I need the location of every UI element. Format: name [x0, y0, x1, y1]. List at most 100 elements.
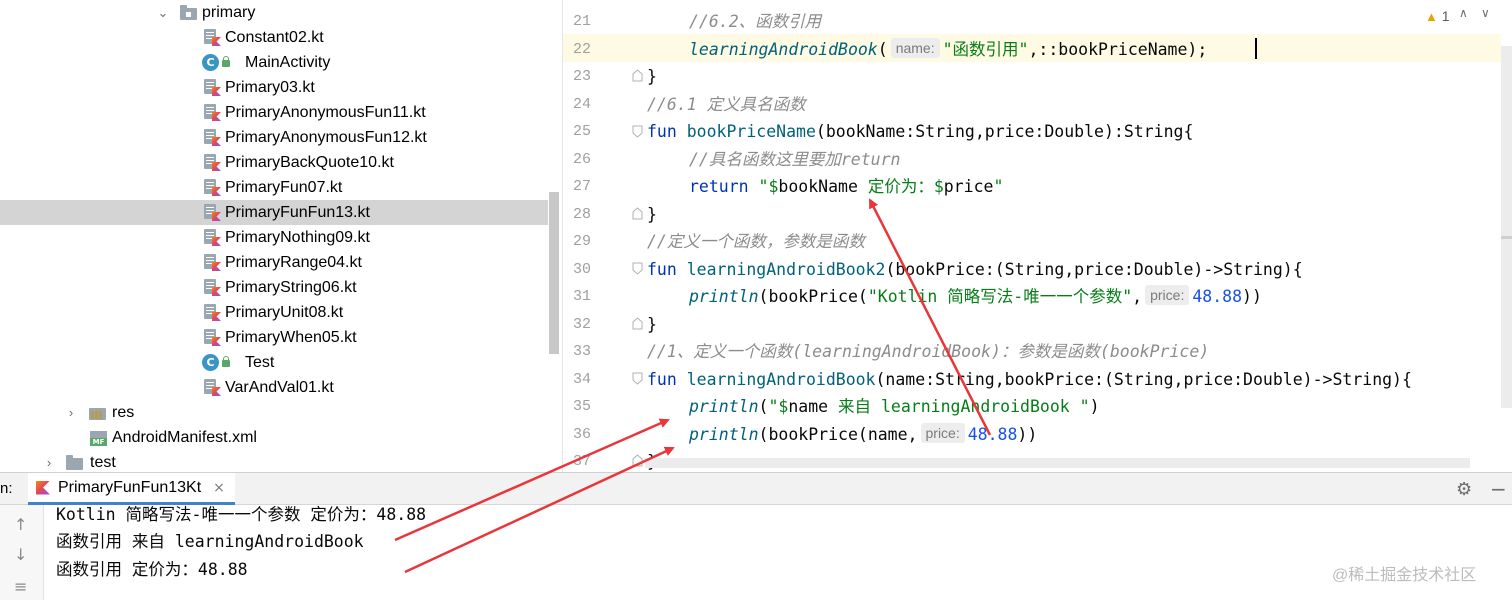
tree-file[interactable]: Constant02.kt	[0, 25, 548, 50]
code-line-31: println(bookPrice("Kotlin 简略写法-唯一一个参数", p…	[689, 285, 1262, 306]
resource-folder-icon	[89, 406, 107, 420]
code-line-25: fun bookPriceName(bookName:String,price:…	[647, 122, 1194, 141]
tree-scrollbar[interactable]	[549, 192, 559, 354]
watermark: @稀土掘金技术社区	[1332, 567, 1477, 584]
kotlin-file-icon	[204, 79, 221, 96]
line-number: 37	[572, 453, 591, 470]
tree-label: primary	[202, 4, 256, 21]
tree-folder-primary[interactable]: ⌄ primary	[0, 0, 548, 25]
tree-file[interactable]: PrimaryString06.kt	[0, 275, 548, 300]
editor-vertical-scrollbar[interactable]	[1501, 46, 1512, 408]
tree-file[interactable]: PrimaryFun07.kt	[0, 175, 548, 200]
line-number: 25	[572, 123, 591, 140]
tree-label: PrimaryFunFun13.kt	[225, 204, 370, 221]
chevron-down-icon[interactable]: ∨	[1481, 6, 1490, 20]
line-number: 31	[572, 288, 591, 305]
soft-wrap-icon[interactable]: ≡	[14, 577, 27, 596]
fold-start-icon[interactable]	[632, 262, 643, 275]
tree-file[interactable]: PrimaryUnit08.kt	[0, 300, 548, 325]
line-number: 33	[572, 343, 591, 360]
tree-file-selected[interactable]: PrimaryFunFun13.kt	[0, 200, 548, 225]
line-number: 35	[572, 398, 591, 415]
line-number: 23	[572, 68, 591, 85]
kotlin-file-icon	[204, 379, 221, 396]
console-output-line: 函数引用 定价为：48.88	[56, 560, 248, 579]
chevron-right-icon[interactable]: ›	[64, 400, 78, 425]
code-line-22: learningAndroidBook(name: "函数引用",::bookPr…	[689, 37, 1208, 59]
kotlin-icon	[36, 480, 50, 495]
run-panel: n: PrimaryFunFun13Kt × ⚙ − ↑ ↓ ≡ Kotlin …	[0, 472, 1512, 600]
line-number: 26	[572, 150, 591, 168]
gear-icon[interactable]: ⚙	[1456, 479, 1472, 500]
manifest-icon: MF	[90, 431, 107, 446]
tree-file[interactable]: C Test	[0, 350, 548, 375]
line-number: 36	[572, 425, 591, 443]
tree-label: PrimaryRange04.kt	[225, 254, 362, 271]
tree-label: res	[112, 404, 135, 421]
fold-end-icon[interactable]	[632, 207, 643, 220]
minimize-icon[interactable]: −	[1490, 477, 1507, 501]
tree-label: PrimaryUnit08.kt	[225, 304, 344, 321]
tree-label: PrimaryString06.kt	[225, 279, 357, 296]
code-line-26: //具名函数这里要加return	[689, 149, 901, 169]
fold-end-icon[interactable]	[632, 454, 643, 467]
chevron-down-icon[interactable]: ⌄	[156, 0, 170, 25]
run-tab-title: PrimaryFunFun13Kt	[58, 478, 202, 496]
tree-label: PrimaryBackQuote10.kt	[225, 154, 394, 171]
code-line-21: //6.2、函数引用	[689, 12, 822, 31]
tree-folder-res[interactable]: › res	[0, 400, 548, 425]
code-line-24: //6.1 定义具名函数	[647, 94, 806, 114]
line-number: 28	[572, 205, 591, 223]
tree-file[interactable]: PrimaryAnonymousFun12.kt	[0, 125, 548, 150]
tree-label: PrimaryAnonymousFun11.kt	[225, 104, 426, 121]
fold-start-icon[interactable]	[632, 372, 643, 385]
line-number: 34	[572, 370, 591, 388]
line-number: 24	[572, 95, 591, 113]
kotlin-file-icon	[204, 229, 221, 246]
fold-end-icon[interactable]	[632, 69, 643, 82]
close-icon[interactable]: ×	[213, 480, 225, 496]
parameter-hint: price:	[920, 422, 965, 443]
parameter-hint: price:	[1145, 285, 1190, 305]
project-tree: ⌄ primary Constant02.kt C MainActivity P…	[0, 0, 562, 472]
code-line-23: }	[647, 67, 657, 86]
line-number: 21	[572, 13, 591, 30]
kotlin-file-icon	[204, 29, 221, 46]
tree-file[interactable]: PrimaryRange04.kt	[0, 250, 548, 275]
kotlin-file-icon	[204, 104, 221, 121]
warning-indicator[interactable]: ▲ 1	[1425, 8, 1450, 24]
text-caret	[1255, 38, 1257, 59]
tree-file[interactable]: C MainActivity	[0, 50, 548, 75]
tree-label: PrimaryAnonymousFun12.kt	[225, 129, 427, 146]
class-icon: C	[202, 54, 232, 71]
kotlin-file-icon	[204, 154, 221, 171]
tree-file[interactable]: PrimaryNothing09.kt	[0, 225, 548, 250]
kotlin-file-icon	[204, 129, 221, 146]
code-line-30: fun learningAndroidBook2(bookPrice:(Stri…	[647, 259, 1303, 279]
arrow-up-icon[interactable]: ↑	[14, 515, 27, 534]
tree-label: PrimaryNothing09.kt	[225, 229, 370, 246]
tree-file[interactable]: PrimaryBackQuote10.kt	[0, 150, 548, 175]
folder-icon	[180, 5, 198, 20]
fold-start-icon[interactable]	[632, 125, 643, 138]
tree-file[interactable]: PrimaryAnonymousFun11.kt	[0, 100, 548, 125]
tree-label: Primary03.kt	[225, 79, 315, 96]
warning-icon: ▲	[1425, 9, 1438, 24]
line-number: 30	[572, 260, 591, 278]
tree-file[interactable]: VarAndVal01.kt	[0, 375, 548, 400]
arrow-down-icon[interactable]: ↓	[14, 545, 27, 564]
tree-label: PrimaryFun07.kt	[225, 179, 343, 196]
kotlin-file-icon	[204, 279, 221, 296]
tree-file[interactable]: Primary03.kt	[0, 75, 548, 100]
code-editor[interactable]: 21 22 23 24 25 26 27 28 29 30 31 32 33 3…	[562, 0, 1512, 472]
tree-file-manifest[interactable]: MF AndroidManifest.xml	[0, 425, 548, 450]
chevron-up-icon[interactable]: ∧	[1459, 6, 1468, 20]
chevron-right-icon[interactable]: ›	[42, 450, 56, 472]
editor-horizontal-scrollbar[interactable]	[645, 458, 1470, 468]
code-line-36: println(bookPrice(name, price: 48.88))	[689, 422, 1038, 444]
tree-folder-test[interactable]: › test	[0, 450, 548, 472]
line-number: 27	[572, 178, 591, 195]
tree-file[interactable]: PrimaryWhen05.kt	[0, 325, 548, 350]
code-line-28: }	[647, 204, 657, 224]
fold-end-icon[interactable]	[632, 317, 643, 330]
